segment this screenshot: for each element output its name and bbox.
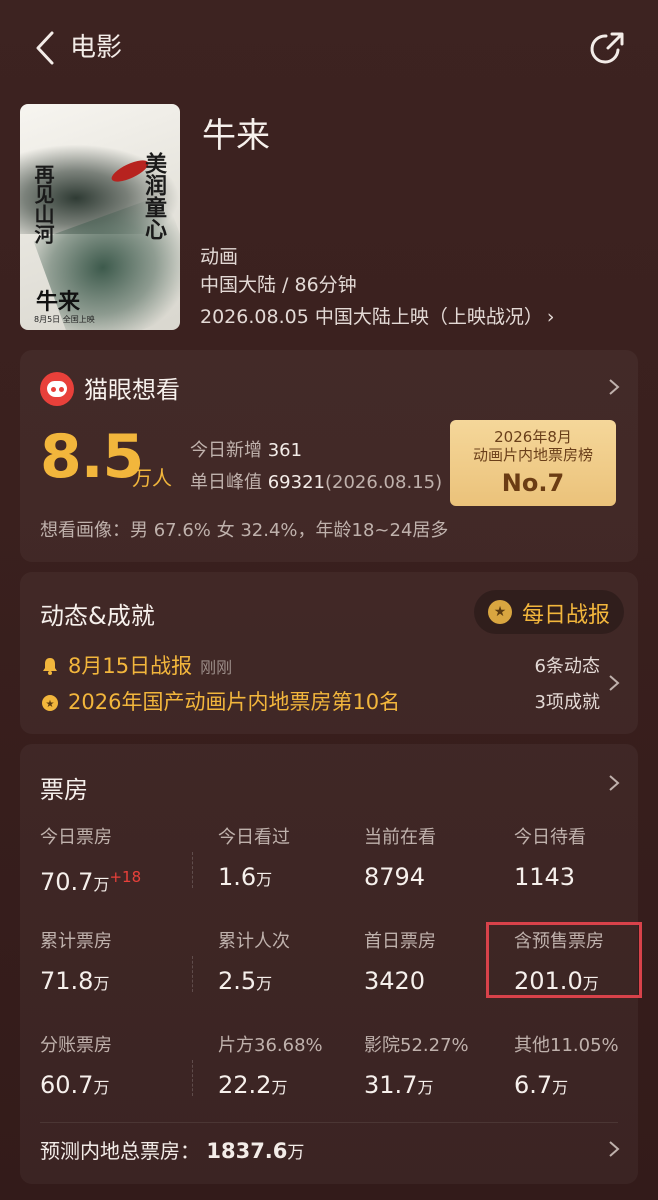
- dynamics-title: 动态&成就: [40, 602, 155, 630]
- bell-icon: [43, 658, 57, 675]
- poster-left-text: 再见山河: [31, 164, 55, 244]
- movie-detail-page: 电影 再见山河 美润童心 牛来 8月5日 全国上映 牛来 动画 中国大陆 / 8…: [0, 0, 658, 1200]
- achievement-count: 3项成就: [534, 692, 600, 713]
- daily-report-row[interactable]: 8月15日战报 刚刚: [40, 650, 232, 680]
- stat-cinema-share: 影院52.27% 31.7万: [364, 1035, 469, 1099]
- stat-today-pending: 今日待看 1143: [514, 827, 586, 891]
- want-unit: 万人: [132, 466, 172, 490]
- highlight-box: [486, 922, 642, 998]
- share-icon: [590, 32, 624, 64]
- peak-stat: 单日峰值 69321(2026.08.15): [190, 472, 443, 493]
- stat-other-share: 其他11.05% 6.7万: [514, 1035, 619, 1099]
- chevron-right-icon[interactable]: [608, 774, 620, 792]
- svg-text:★: ★: [46, 699, 55, 710]
- medal-small-icon: ★: [42, 695, 58, 711]
- achievement-row[interactable]: ★ 2026年国产动画片内地票房第10名: [40, 686, 400, 716]
- audience-profile: 想看画像：男 67.6% 女 32.4%，年龄18~24居多: [40, 520, 449, 541]
- back-button[interactable]: [32, 28, 62, 68]
- want-count: 8.5: [40, 422, 144, 492]
- stat-today-watched: 今日看过 1.6万: [218, 827, 290, 891]
- top-bar: 电影: [0, 0, 658, 96]
- stat-split-boxoffice: 分账票房 60.7万: [40, 1035, 112, 1099]
- release-text: 2026.08.05 中国大陆上映（上映战况）: [200, 306, 543, 328]
- forecast-text: 预测内地总票房： 1837.6万: [40, 1139, 305, 1163]
- want-title: 猫眼想看: [84, 376, 180, 404]
- stat-first-day: 首日票房 3420: [364, 931, 436, 995]
- stat-total-boxoffice: 累计票房 71.8万: [40, 931, 112, 995]
- forecast-row[interactable]: 预测内地总票房： 1837.6万: [40, 1122, 618, 1167]
- maoyan-logo-icon: [40, 372, 74, 406]
- share-button[interactable]: [588, 28, 628, 68]
- page-title: 电影: [70, 33, 123, 63]
- divider: [192, 852, 194, 888]
- chevron-right-icon[interactable]: [608, 378, 620, 396]
- divider: [192, 1060, 194, 1096]
- stat-producer-share: 片方36.68% 22.2万: [218, 1035, 323, 1099]
- back-chevron-icon: [36, 31, 54, 65]
- movie-poster[interactable]: 再见山河 美润童心 牛来 8月5日 全国上映: [20, 104, 180, 330]
- divider: [192, 956, 194, 992]
- movie-title: 牛来: [202, 116, 270, 156]
- medal-icon: ★: [488, 600, 512, 624]
- poster-right-text: 美润童心: [141, 152, 167, 240]
- stat-now-watching: 当前在看 8794: [364, 827, 436, 891]
- boxoffice-title: 票房: [40, 776, 88, 804]
- poster-title: 牛来: [36, 289, 81, 315]
- movie-genre: 动画: [200, 246, 239, 268]
- chevron-right-icon: ›: [546, 306, 555, 328]
- dynamics-card: 动态&成就 ★ 每日战报 8月15日战报 刚刚 6条动态 ★ 2026年国产动画片…: [20, 572, 638, 734]
- movie-region-duration: 中国大陆 / 86分钟: [200, 274, 357, 296]
- release-info-link[interactable]: 2026.08.05 中国大陆上映（上映战况） ›: [200, 304, 554, 330]
- chevron-right-icon[interactable]: [608, 674, 620, 692]
- boxoffice-card: 票房 今日票房 70.7万+18 今日看过 1.6万 当前在看 8794 今日待…: [20, 744, 642, 1184]
- poster-date: 8月5日 全国上映: [34, 315, 95, 324]
- rank-value: No.7: [501, 469, 565, 497]
- rank-badge[interactable]: 2026年8月 动画片内地票房榜 No.7: [450, 420, 616, 506]
- want-to-see-card[interactable]: 猫眼想看 8.5 万人 今日新增 361 单日峰值 69321(2026.08.…: [20, 350, 638, 562]
- daily-report-button[interactable]: ★ 每日战报: [474, 590, 624, 634]
- dynamics-count: 6条动态: [534, 656, 600, 677]
- today-new-stat: 今日新增 361: [190, 440, 303, 461]
- stat-total-admissions: 累计人次 2.5万: [218, 931, 290, 995]
- chevron-right-icon[interactable]: [608, 1140, 620, 1158]
- stat-today-boxoffice: 今日票房 70.7万+18: [40, 827, 142, 896]
